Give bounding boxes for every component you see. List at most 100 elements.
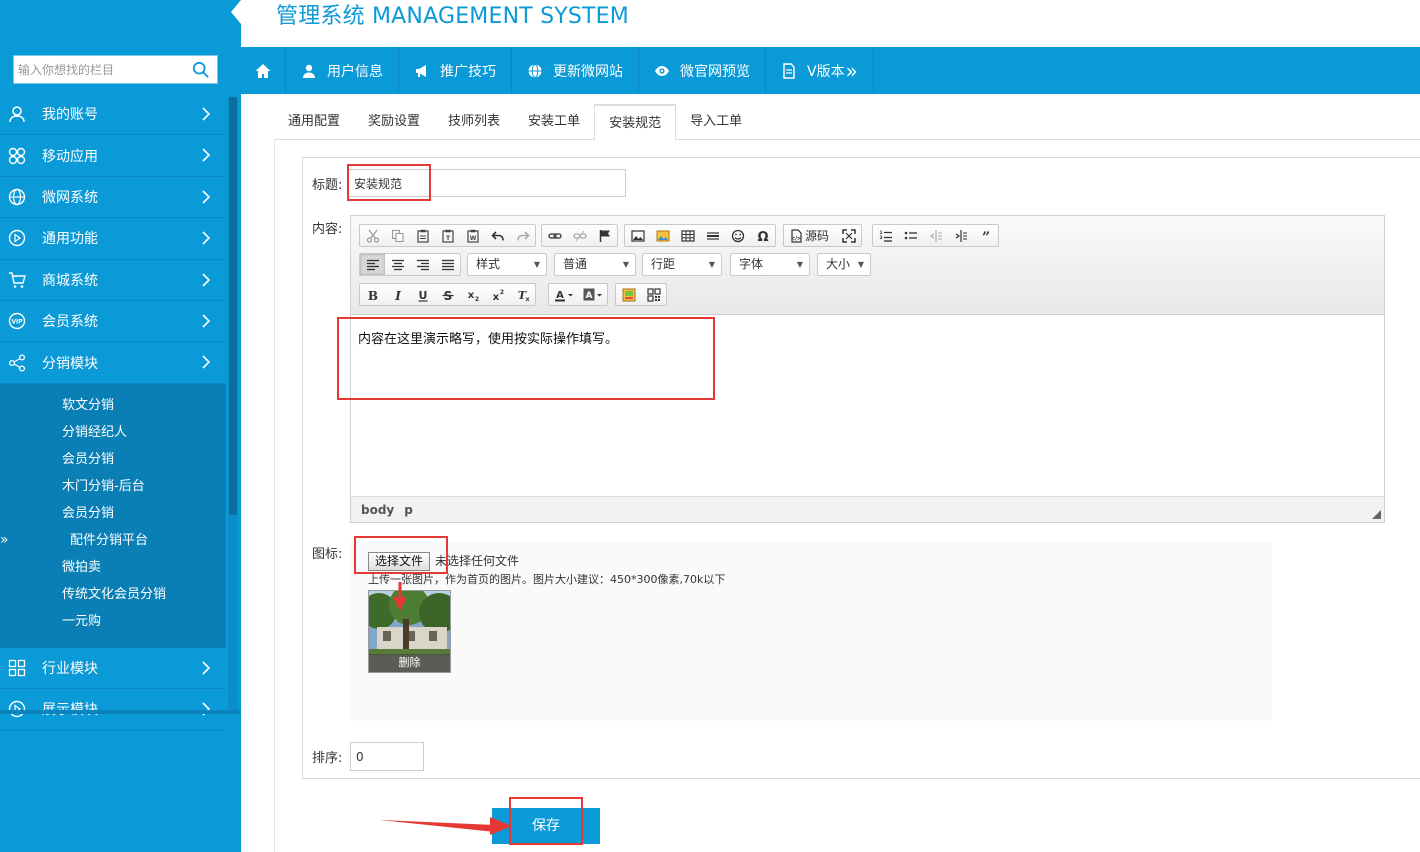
sidebar-item-account[interactable]: 我的账号 (0, 94, 226, 136)
submenu-item[interactable]: 会员分销 (0, 446, 226, 473)
insert-table-button[interactable] (675, 225, 700, 246)
background-color-button[interactable]: A (578, 284, 607, 305)
bold-button[interactable]: B (360, 284, 385, 305)
svg-text:A: A (585, 291, 592, 301)
paste-button[interactable] (410, 225, 435, 246)
insert-flash-button[interactable] (650, 225, 675, 246)
unlink-button[interactable] (567, 225, 592, 246)
tab-import-orders[interactable]: 导入工单 (676, 104, 756, 140)
submenu-item[interactable]: 分销经纪人 (0, 419, 226, 446)
superscript-button[interactable]: x2 (485, 284, 510, 305)
strikethrough-button[interactable]: S (435, 284, 460, 305)
clear-format-icon: Tx (517, 289, 529, 302)
bullet-list-button[interactable] (898, 225, 923, 246)
paste-text-button[interactable]: T (435, 225, 460, 246)
numbered-list-button[interactable]: 12 (873, 225, 898, 246)
sidebar-item-common[interactable]: 通用功能 (0, 218, 226, 260)
sidebar-item-distribution[interactable]: 分销模块 (0, 342, 226, 384)
align-center-button[interactable] (385, 254, 410, 275)
search-icon[interactable] (192, 61, 210, 79)
save-button[interactable]: 保存 (492, 808, 600, 844)
size-dropdown-label: 大小 (826, 257, 851, 271)
horizontal-rule-button[interactable] (700, 225, 725, 246)
align-right-icon (416, 259, 429, 270)
copy-button[interactable] (385, 225, 410, 246)
qrcode-icon (646, 287, 661, 302)
home-button[interactable] (241, 47, 286, 94)
submenu-item-active[interactable]: » 配件分销平台 (0, 527, 226, 554)
clear-format-button[interactable]: Tx (510, 284, 535, 305)
text-color-icon: A (554, 290, 573, 301)
choose-file-button[interactable]: 选择文件 (368, 552, 431, 571)
sidebar-item-mall[interactable]: 商城系统 (0, 260, 226, 301)
nav-promotion-tips[interactable]: 推广技巧 (399, 47, 512, 94)
sidebar-search-input[interactable] (14, 56, 184, 83)
insert-image-button[interactable] (625, 225, 650, 246)
strikethrough-icon: S (442, 289, 453, 302)
indent-button[interactable] (948, 225, 973, 246)
resize-handle-icon[interactable] (1372, 510, 1381, 519)
nav-label: 微官网预览 (680, 63, 750, 80)
sidebar-item-members[interactable]: VIP 会员系统 (0, 301, 226, 343)
toolbar-group-clipboard: T W (359, 224, 536, 247)
sidebar-search (13, 55, 218, 84)
format-dropdown[interactable]: 普通 ▼ (554, 253, 636, 276)
delete-image-button[interactable]: 删除 (369, 654, 450, 672)
sidebar-item-industry[interactable]: 行业模块 (0, 648, 226, 690)
tab-technician-list[interactable]: 技师列表 (434, 104, 514, 140)
subscript-button[interactable]: x2 (460, 284, 485, 305)
title-input[interactable] (347, 169, 626, 197)
tab-install-orders[interactable]: 安装工单 (514, 104, 594, 140)
bold-icon: B (367, 289, 377, 302)
size-dropdown[interactable]: 大小 ▼ (817, 253, 871, 276)
fullscreen-button[interactable] (836, 225, 861, 246)
editor-content-area[interactable]: 内容在这里演示略写，使用按实际操作填写。 (351, 316, 1384, 494)
align-left-button[interactable] (360, 254, 385, 275)
image-gallery-button[interactable] (616, 284, 641, 305)
align-justify-button[interactable] (435, 254, 460, 275)
redo-button[interactable] (510, 225, 535, 246)
submenu-item[interactable]: 软文分销 (0, 392, 226, 419)
sidebar-item-microsite[interactable]: 微网系统 (0, 177, 226, 219)
undo-button[interactable] (485, 225, 510, 246)
emoji-button[interactable] (725, 225, 750, 246)
special-char-button[interactable]: Ω (750, 225, 775, 246)
line-height-dropdown[interactable]: 行距 ▼ (642, 253, 722, 276)
submenu-item[interactable]: 一元购 (0, 608, 226, 635)
sidebar-item-label: 分销模块 (42, 355, 98, 372)
text-color-button[interactable]: A (549, 284, 578, 305)
outdent-button[interactable] (923, 225, 948, 246)
active-marker-icon: » (0, 531, 9, 548)
anchor-button[interactable] (592, 225, 617, 246)
submenu-item[interactable]: 木门分销-后台 (0, 473, 226, 500)
nav-version[interactable]: V版本 » (766, 47, 874, 94)
tab-general-config[interactable]: 通用配置 (274, 104, 354, 140)
home-icon (255, 63, 271, 78)
sort-order-input[interactable] (350, 742, 424, 771)
underline-button[interactable]: U (410, 284, 435, 305)
align-right-button[interactable] (410, 254, 435, 275)
nav-site-preview[interactable]: 微官网预览 (639, 47, 766, 94)
nav-user-info[interactable]: 用户信息 (286, 47, 399, 94)
cut-button[interactable] (360, 225, 385, 246)
sidebar-item-mobile-apps[interactable]: 移动应用 (0, 135, 226, 177)
font-dropdown[interactable]: 字体 ▼ (730, 253, 810, 276)
submenu-item[interactable]: 会员分销 (0, 500, 226, 527)
source-button[interactable]: </> 源码 (784, 225, 836, 246)
source-label: 源码 (804, 229, 829, 243)
submenu-item[interactable]: 传统文化会员分销 (0, 581, 226, 608)
tab-reward-settings[interactable]: 奖励设置 (354, 104, 434, 140)
path-element[interactable]: body (361, 503, 394, 517)
style-dropdown[interactable]: 样式 ▼ (467, 253, 547, 276)
link-button[interactable] (542, 225, 567, 246)
blockquote-button[interactable]: ” (973, 225, 998, 246)
sidebar-scrollbar-thumb[interactable] (229, 97, 237, 515)
tab-install-spec[interactable]: 安装规范 (594, 104, 677, 141)
qrcode-button[interactable] (641, 284, 666, 305)
nav-update-microsite[interactable]: 更新微网站 (512, 47, 639, 94)
paste-word-button[interactable]: W (460, 225, 485, 246)
italic-button[interactable]: I (385, 284, 410, 305)
chevron-right-icon (202, 231, 210, 245)
submenu-item[interactable]: 微拍卖 (0, 554, 226, 581)
path-element[interactable]: p (404, 503, 413, 517)
